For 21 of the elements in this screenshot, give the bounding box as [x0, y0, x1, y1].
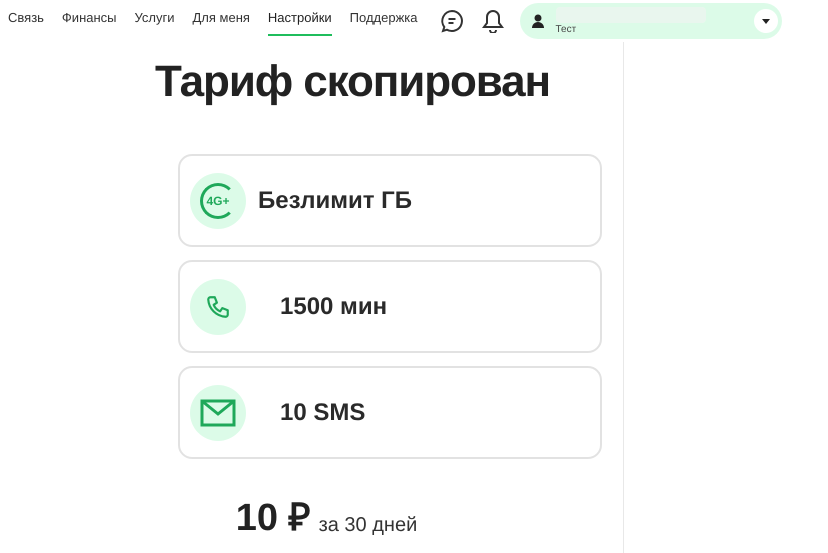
bell-icon[interactable]	[482, 9, 504, 33]
envelope-icon	[200, 398, 236, 426]
price-amount: 10 ₽	[236, 499, 311, 537]
caret-icon	[762, 18, 770, 24]
network-badge-icon: 4G+	[190, 172, 246, 228]
nav-tab[interactable]: Финансы	[62, 6, 116, 36]
feature-label: 10 SMS	[280, 398, 366, 428]
user-icon	[532, 14, 544, 28]
feature-label: Безлимит ГБ	[258, 186, 412, 216]
nav-tab[interactable]: Поддержка	[350, 6, 418, 36]
account-subtitle: Тест	[556, 25, 578, 35]
chat-icon[interactable]	[440, 9, 464, 33]
nav-tab[interactable]: Услуги	[134, 6, 174, 36]
nav-tab[interactable]: Настройки	[268, 6, 332, 36]
page-title: Тариф скопирован	[155, 60, 550, 104]
nav-tab[interactable]: Связь	[8, 6, 44, 36]
nav-tab[interactable]: Для меня	[192, 6, 250, 36]
account-selector[interactable]: Тест	[520, 3, 782, 39]
phone-icon	[205, 294, 231, 320]
feature-label: 1500 мин	[280, 292, 388, 322]
price-period: за 30 дней	[318, 515, 418, 535]
